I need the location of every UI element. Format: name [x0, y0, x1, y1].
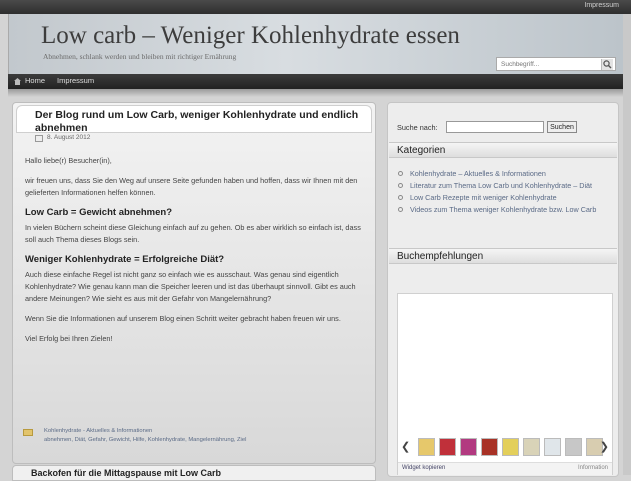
post-body: Hallo liebe(r) Besucher(in), wir freuen …: [25, 155, 368, 353]
sidebar-search-label: Suche nach:: [397, 123, 438, 132]
top-impressum-link[interactable]: Impressum: [584, 2, 619, 9]
widget-copy-link[interactable]: Widget kopieren: [402, 465, 445, 471]
bullet-icon: [398, 195, 403, 200]
book-cover[interactable]: [565, 438, 582, 456]
post-footer: Kohlenhydrate - Aktuelles & Informatione…: [21, 425, 371, 455]
header-search: [496, 57, 616, 71]
home-icon[interactable]: [14, 78, 21, 85]
post-title[interactable]: Der Blog rund um Low Carb, weniger Kohle…: [35, 109, 365, 135]
header-shadow: [8, 89, 623, 97]
next-post: Backofen für die Mittagspause mit Low Ca…: [12, 465, 376, 481]
bullet-icon: [398, 171, 403, 176]
post-paragraph-2: Auch diese einfache Regel ist nicht ganz…: [25, 270, 356, 303]
site-tagline: Abnehmen, schlank werden und bleiben mit…: [43, 52, 237, 61]
post-meta: Kohlenhydrate - Aktuelles & Informatione…: [44, 427, 364, 445]
categories-widget-title: Kategorien: [389, 142, 617, 158]
next-post-title[interactable]: Backofen für die Mittagspause mit Low Ca…: [31, 468, 221, 478]
sidebar-search-button[interactable]: Suchen: [547, 121, 577, 133]
sidebar-search: Suche nach: Suchen: [397, 121, 612, 135]
categories-title: Kategorien: [397, 145, 446, 156]
top-bar: Impressum: [0, 0, 631, 14]
book-cover[interactable]: [523, 438, 540, 456]
widget-info-link[interactable]: Information: [578, 465, 608, 471]
category-list: Kohlenhydrate – Aktuelles & Informatione…: [397, 168, 609, 216]
book-cover[interactable]: [439, 438, 456, 456]
post-tags[interactable]: abnehmen, Diät, Gefahr, Gewicht, Hilfe, …: [44, 436, 364, 445]
site-header: Low carb – Weniger Kohlenhydrate essen A…: [8, 14, 625, 74]
page-edge: [623, 14, 631, 475]
books-title: Buchempfehlungen: [397, 251, 484, 262]
books-widget-title: Buchempfehlungen: [389, 248, 617, 264]
folder-icon: [23, 429, 33, 436]
book-cover[interactable]: [460, 438, 477, 456]
book-recommendation-widget: ❮ ❯ Widget kopieren Information: [397, 293, 613, 475]
calendar-icon: [35, 135, 43, 142]
book-cover[interactable]: [502, 438, 519, 456]
book-cover[interactable]: [481, 438, 498, 456]
chevron-right-icon[interactable]: ❯: [600, 440, 609, 453]
site-title[interactable]: Low carb – Weniger Kohlenhydrate essen: [41, 22, 460, 50]
header-search-input[interactable]: [497, 58, 605, 70]
post-heading-2: Weniger Kohlenhydrate = Erfolgreiche Diä…: [25, 254, 225, 265]
post-title-box: Der Blog rund um Low Carb, weniger Kohle…: [16, 105, 372, 135]
category-item[interactable]: Kohlenhydrate – Aktuelles & Informatione…: [397, 168, 609, 179]
category-item[interactable]: Literatur zum Thema Low Carb und Kohlenh…: [397, 180, 609, 191]
main-nav: Home Impressum: [8, 74, 623, 90]
post-heading-1: Low Carb = Gewicht abnehmen?: [25, 207, 173, 218]
sidebar-search-input[interactable]: [446, 121, 544, 133]
chevron-left-icon[interactable]: ❮: [401, 440, 410, 453]
post-category-link[interactable]: Kohlenhydrate - Aktuelles & Informatione…: [44, 427, 364, 436]
nav-impressum[interactable]: Impressum: [57, 76, 94, 85]
widget-footer: Widget kopieren Information: [398, 462, 612, 475]
book-cover[interactable]: [418, 438, 435, 456]
category-item[interactable]: Low Carb Rezepte mit weniger Kohlenhydra…: [397, 192, 609, 203]
bullet-icon: [398, 207, 403, 212]
post-intro: wir freuen uns, dass Sie den Weg auf uns…: [25, 176, 358, 197]
bullet-icon: [398, 183, 403, 188]
post-greeting: Hallo liebe(r) Besucher(in),: [25, 156, 112, 165]
search-icon[interactable]: [601, 59, 613, 70]
book-cover[interactable]: [544, 438, 561, 456]
sidebar: Suche nach: Suchen Kategorien Kohlenhydr…: [387, 102, 619, 477]
post-paragraph-3: Wenn Sie die Informationen auf unserem B…: [25, 314, 341, 323]
nav-home[interactable]: Home: [25, 76, 45, 85]
category-item[interactable]: Videos zum Thema weniger Kohlenhydrate b…: [397, 204, 609, 215]
post-paragraph-1: In vielen Büchern scheint diese Gleichun…: [25, 223, 361, 244]
post-date-bar: 8. August 2012: [33, 134, 369, 143]
blog-post: Der Blog rund um Low Carb, weniger Kohle…: [12, 102, 376, 464]
post-paragraph-4: Viel Erfolg bei Ihren Zielen!: [25, 334, 113, 343]
book-carousel: ❮ ❯: [398, 436, 612, 458]
post-date: 8. August 2012: [47, 134, 91, 141]
